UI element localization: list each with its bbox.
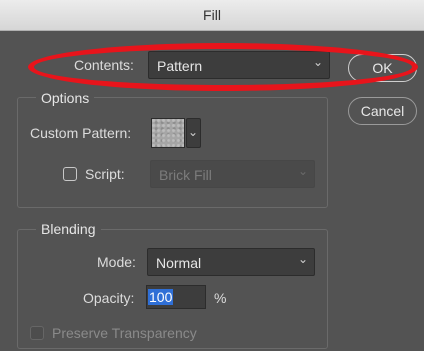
pattern-swatch[interactable] [151, 118, 185, 148]
preserve-transparency-checkbox[interactable] [30, 326, 44, 340]
opacity-input[interactable]: 100 [146, 285, 206, 309]
title-bar: Fill [0, 0, 424, 31]
blending-legend: Blending [36, 221, 101, 237]
window-title: Fill [203, 7, 221, 23]
chevron-down-icon: ⌄ [297, 164, 308, 178]
ok-button[interactable]: OK [348, 54, 417, 82]
script-checkbox[interactable] [63, 167, 77, 181]
script-label: Script: [85, 166, 125, 182]
cancel-button[interactable]: Cancel [348, 97, 417, 125]
script-select[interactable]: Brick Fill ⌄ [150, 160, 315, 188]
custom-pattern-label: Custom Pattern: [30, 125, 132, 141]
mode-label: Mode: [97, 254, 136, 270]
chevron-down-icon: ⌄ [297, 252, 308, 266]
contents-label: Contents: [74, 57, 134, 73]
opacity-value: 100 [148, 289, 174, 305]
contents-select[interactable]: Pattern ⌄ [148, 51, 330, 79]
chevron-down-icon: ⌄ [312, 55, 323, 69]
mode-value: Normal [156, 255, 202, 271]
opacity-label: Opacity: [83, 290, 135, 306]
preserve-transparency-label: Preserve Transparency [52, 325, 197, 341]
script-value: Brick Fill [159, 167, 212, 183]
contents-value: Pattern [157, 58, 203, 74]
chevron-down-icon: ⌄ [187, 125, 198, 139]
options-legend: Options [36, 90, 95, 106]
pattern-picker-button[interactable]: ⌄ [186, 118, 201, 148]
options-group [17, 97, 328, 208]
mode-select[interactable]: Normal ⌄ [147, 248, 315, 276]
opacity-unit: % [214, 290, 227, 306]
